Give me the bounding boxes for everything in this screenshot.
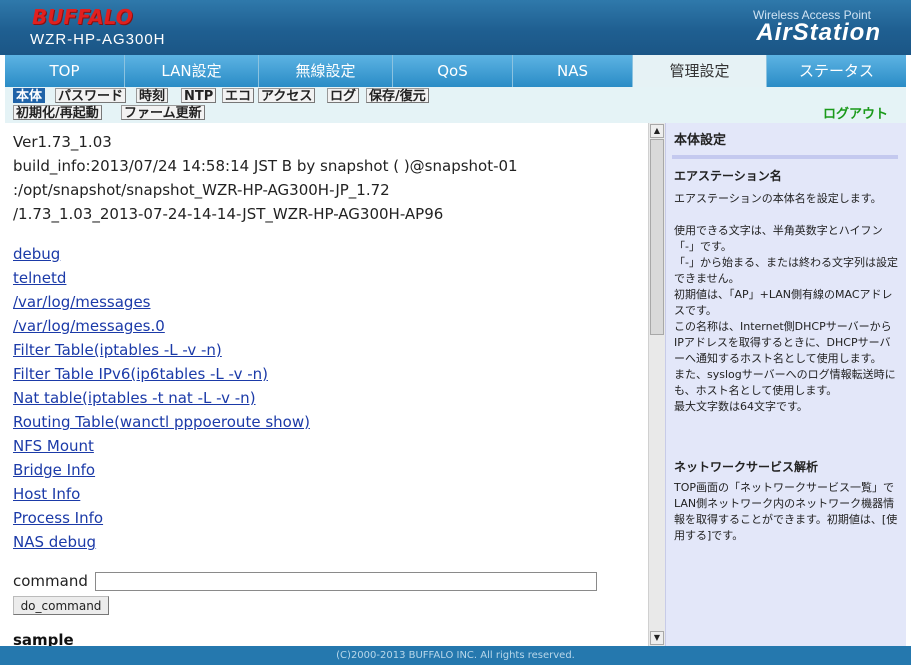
debug-link[interactable]: debug bbox=[13, 245, 60, 263]
sub-navigation: 本体 パスワード 時刻 NTP エコ アクセス ログ 保存/復元 初期化/再起動… bbox=[5, 87, 906, 123]
subtab-time[interactable]: 時刻 bbox=[136, 88, 169, 104]
subtab-ntp[interactable]: NTP bbox=[181, 88, 217, 104]
airstation-logo: AirStation bbox=[756, 19, 881, 46]
subtab-firmware-update[interactable]: ファーム更新 bbox=[121, 105, 205, 121]
messages-0-log-link[interactable]: /var/log/messages.0 bbox=[13, 317, 165, 335]
help-paragraph: エアステーションの本体名を設定します。 bbox=[674, 192, 882, 205]
tab-top[interactable]: TOP bbox=[5, 55, 125, 87]
subtab-eco[interactable]: エコ bbox=[222, 88, 255, 104]
command-input[interactable] bbox=[95, 572, 597, 591]
tab-status[interactable]: ステータス bbox=[767, 55, 906, 87]
scrollbar-thumb[interactable] bbox=[650, 139, 664, 335]
filter-table-link[interactable]: Filter Table(iptables -L -v -n) bbox=[13, 341, 222, 359]
main-content: Ver1.73_1.03 build_info:2013/07/24 14:58… bbox=[5, 123, 648, 646]
nas-debug-link[interactable]: NAS debug bbox=[13, 533, 96, 551]
process-info-link[interactable]: Process Info bbox=[13, 509, 103, 527]
build-path-line: /1.73_1.03_2013-07-24-14-14-JST_WZR-HP-A… bbox=[13, 205, 444, 223]
host-info-link[interactable]: Host Info bbox=[13, 485, 80, 503]
help-section-title: エアステーション名 bbox=[674, 169, 782, 183]
tab-wireless-settings[interactable]: 無線設定 bbox=[259, 55, 393, 87]
content-scrollbar[interactable]: ▲ ▼ bbox=[648, 123, 665, 646]
tab-nas[interactable]: NAS bbox=[513, 55, 633, 87]
nfs-mount-link[interactable]: NFS Mount bbox=[13, 437, 94, 455]
help-title: 本体設定 bbox=[674, 133, 727, 148]
tab-lan-settings[interactable]: LAN設定 bbox=[125, 55, 259, 87]
filter-table-ipv6-link[interactable]: Filter Table IPv6(ip6tables -L -v -n) bbox=[13, 365, 268, 383]
model-name: WZR-HP-AG300H bbox=[30, 31, 166, 48]
help-paragraph: 使用できる文字は、半角英数字とハイフン「-」です。 「-」から始まる、または終わ… bbox=[674, 224, 898, 413]
sample-heading: sample bbox=[13, 631, 74, 646]
subtab-access[interactable]: アクセス bbox=[258, 88, 316, 104]
build-info-line: build_info:2013/07/24 14:58:14 JST B by … bbox=[13, 157, 518, 175]
help-section-title: ネットワークサービス解析 bbox=[674, 460, 819, 474]
subtab-password[interactable]: パスワード bbox=[55, 88, 127, 104]
telnetd-link[interactable]: telnetd bbox=[13, 269, 66, 287]
subtab-device[interactable]: 本体 bbox=[13, 88, 46, 104]
nat-table-link[interactable]: Nat table(iptables -t nat -L -v -n) bbox=[13, 389, 256, 407]
build-path-line: :/opt/snapshot/snapshot_WZR-HP-AG300H-JP… bbox=[13, 181, 390, 199]
buffalo-logo: BUFFALO bbox=[32, 5, 133, 29]
help-paragraph: TOP画面の「ネットワークサービス一覧」でLAN側ネットワーク内のネットワーク機… bbox=[674, 481, 898, 542]
footer-copyright: (C)2000-2013 BUFFALO INC. All rights res… bbox=[0, 646, 911, 665]
header: BUFFALO WZR-HP-AG300H Wireless Access Po… bbox=[0, 0, 911, 55]
routing-table-link[interactable]: Routing Table(wanctl pppoeroute show) bbox=[13, 413, 310, 431]
logout-link[interactable]: ログアウト bbox=[823, 103, 888, 122]
version-line: Ver1.73_1.03 bbox=[13, 133, 112, 151]
do-command-button[interactable]: do_command bbox=[13, 596, 109, 615]
scroll-down-arrow-icon[interactable]: ▼ bbox=[650, 631, 664, 645]
scroll-up-arrow-icon[interactable]: ▲ bbox=[650, 124, 664, 138]
bridge-info-link[interactable]: Bridge Info bbox=[13, 461, 95, 479]
tab-qos[interactable]: QoS bbox=[393, 55, 513, 87]
tab-admin-settings[interactable]: 管理設定 bbox=[633, 55, 767, 87]
subtab-log[interactable]: ログ bbox=[327, 88, 360, 104]
subtab-init-reboot[interactable]: 初期化/再起動 bbox=[13, 105, 102, 121]
command-label: command bbox=[13, 572, 88, 590]
subtab-save-restore[interactable]: 保存/復元 bbox=[366, 88, 429, 104]
messages-log-link[interactable]: /var/log/messages bbox=[13, 293, 151, 311]
main-tabs: TOP LAN設定 無線設定 QoS NAS 管理設定 ステータス bbox=[5, 55, 906, 87]
help-panel: 本体設定 エアステーション名 エアステーションの本体名を設定します。 使用できる… bbox=[665, 123, 906, 646]
help-divider bbox=[672, 155, 898, 159]
